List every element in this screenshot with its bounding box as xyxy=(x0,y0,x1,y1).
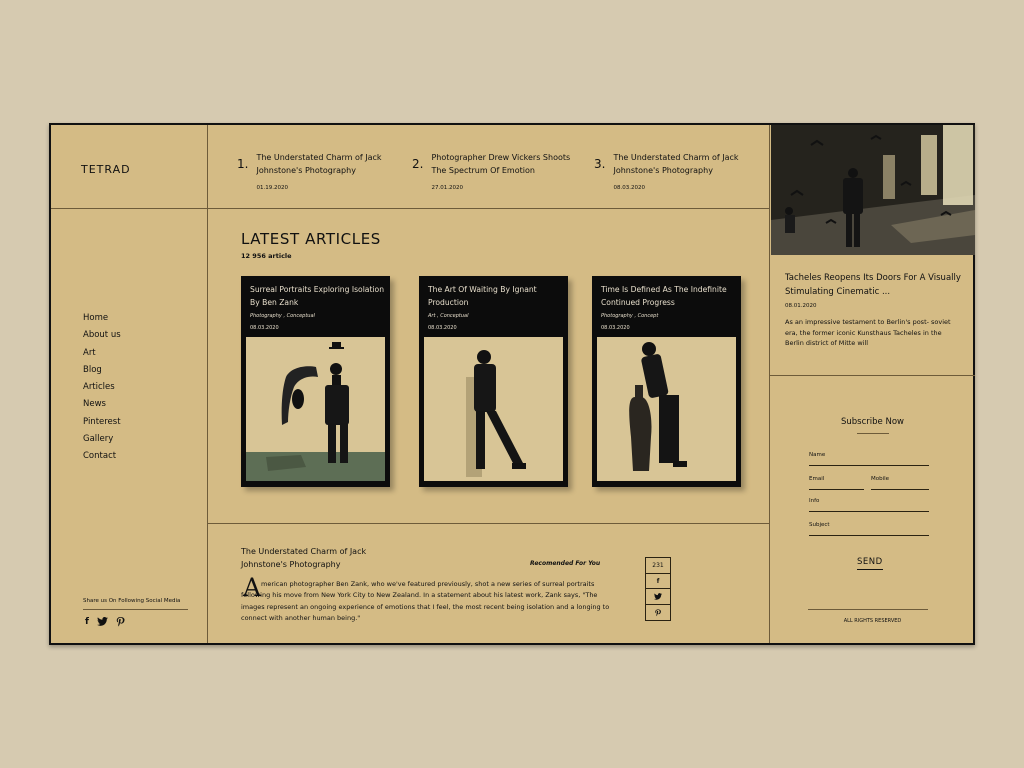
top-article-1[interactable]: 1. The Understated Charm of Jack Johnsto… xyxy=(237,151,382,191)
page-frame: TETRAD Home About us Art Blog Articles N… xyxy=(49,123,975,645)
copyright: ALL RIGHTS RESERVED xyxy=(843,618,902,624)
feature-excerpt: As an impressive testament to Berlin's p… xyxy=(785,318,951,348)
nav-item-blog[interactable]: Blog xyxy=(83,362,121,379)
article-title-line: The Understated Charm of Jack xyxy=(241,547,367,556)
card-title: Time Is Defined As The Indefinite Contin… xyxy=(601,285,727,307)
card-photo xyxy=(597,337,736,481)
feature-photo[interactable] xyxy=(771,125,975,255)
top-article-title: The Understated Charm of Jack xyxy=(256,153,382,162)
card-date: 08.03.2020 xyxy=(250,325,279,331)
nav-item-home[interactable]: Home xyxy=(83,310,121,327)
nav-item-contact[interactable]: Contact xyxy=(83,448,121,465)
facebook-icon[interactable]: f xyxy=(85,617,89,630)
facebook-icon[interactable]: f xyxy=(646,574,670,589)
top-article-title: The Spectrum Of Emotion xyxy=(431,166,535,175)
divider xyxy=(207,523,769,524)
name-field[interactable]: Name xyxy=(809,452,929,466)
email-field[interactable]: Email xyxy=(809,476,864,490)
brand-logo[interactable]: TETRAD xyxy=(81,163,131,176)
subject-field[interactable]: Subject xyxy=(809,522,929,536)
card-date: 08.03.2020 xyxy=(601,325,630,331)
top-article-date: 01.19.2020 xyxy=(256,185,288,191)
send-button[interactable]: SEND xyxy=(857,557,883,570)
top-article-number: 1. xyxy=(237,157,249,171)
nav-item-articles[interactable]: Articles xyxy=(83,379,121,396)
top-article-2[interactable]: 2. Photographer Drew Vickers Shoots The … xyxy=(412,151,570,191)
social-links: f xyxy=(85,617,125,630)
top-article-date: 27.01.2020 xyxy=(431,185,463,191)
share-count: 231 xyxy=(646,558,670,574)
divider xyxy=(769,125,770,643)
card-date: 08.03.2020 xyxy=(428,325,457,331)
divider xyxy=(207,125,208,643)
top-article-title: Johnstone's Photography xyxy=(613,166,713,175)
card-photo xyxy=(246,337,385,481)
card-category: Art , Conceptual xyxy=(428,313,469,319)
top-article-number: 3. xyxy=(594,157,606,171)
feature-date: 08.01.2020 xyxy=(785,303,817,309)
nav-item-news[interactable]: News xyxy=(83,396,121,413)
card-category: Photography , Conceptual xyxy=(250,313,315,319)
divider xyxy=(769,375,975,376)
share-label: Share us On Following Social Media xyxy=(83,598,188,610)
article-card-1[interactable]: Surreal Portraits Exploring Isolation By… xyxy=(241,276,390,487)
top-article-3[interactable]: 3. The Understated Charm of Jack Johnsto… xyxy=(594,151,739,191)
nav-item-pinterest[interactable]: Pinterest xyxy=(83,414,121,431)
top-article-number: 2. xyxy=(412,157,424,171)
main-nav: Home About us Art Blog Articles News Pin… xyxy=(83,310,121,466)
twitter-icon[interactable] xyxy=(646,589,670,605)
article-count: 12 956 article xyxy=(241,252,292,260)
card-photo xyxy=(424,337,563,481)
top-article-date: 08.03.2020 xyxy=(613,185,645,191)
mobile-field[interactable]: Mobile xyxy=(871,476,929,490)
latest-heading: LATEST ARTICLES xyxy=(241,230,381,248)
article-body: merican photographer Ben Zank, who we've… xyxy=(241,580,610,622)
nav-item-gallery[interactable]: Gallery xyxy=(83,431,121,448)
divider xyxy=(857,433,889,434)
twitter-icon[interactable] xyxy=(97,617,108,630)
share-counter: 231 f xyxy=(645,557,671,621)
pinterest-icon[interactable] xyxy=(116,617,125,630)
recommended-label: Recomended For You xyxy=(530,560,601,567)
top-article-title: Photographer Drew Vickers Shoots xyxy=(431,153,571,162)
top-article-title: The Understated Charm of Jack xyxy=(613,153,739,162)
article-title[interactable]: The Understated Charm of Jack Johnstone'… xyxy=(241,545,366,571)
top-article-title: Johnstone's Photography xyxy=(256,166,356,175)
article-title-line: Johnstone's Photography xyxy=(241,560,341,569)
nav-item-art[interactable]: Art xyxy=(83,345,121,362)
card-category: Photography , Concept xyxy=(601,313,659,319)
nav-item-about[interactable]: About us xyxy=(83,327,121,344)
divider xyxy=(51,208,769,209)
subscribe-title: Subscribe Now xyxy=(841,417,904,427)
info-field[interactable]: Info xyxy=(809,498,929,512)
pinterest-icon[interactable] xyxy=(646,605,670,621)
divider xyxy=(808,609,928,610)
card-title: The Art Of Waiting By Ignant Production xyxy=(428,285,537,307)
feature-title[interactable]: Tacheles Reopens Its Doors For A Visuall… xyxy=(785,271,965,299)
article-card-2[interactable]: The Art Of Waiting By Ignant Production … xyxy=(419,276,568,487)
card-title: Surreal Portraits Exploring Isolation By… xyxy=(250,285,385,307)
article-card-3[interactable]: Time Is Defined As The Indefinite Contin… xyxy=(592,276,741,487)
